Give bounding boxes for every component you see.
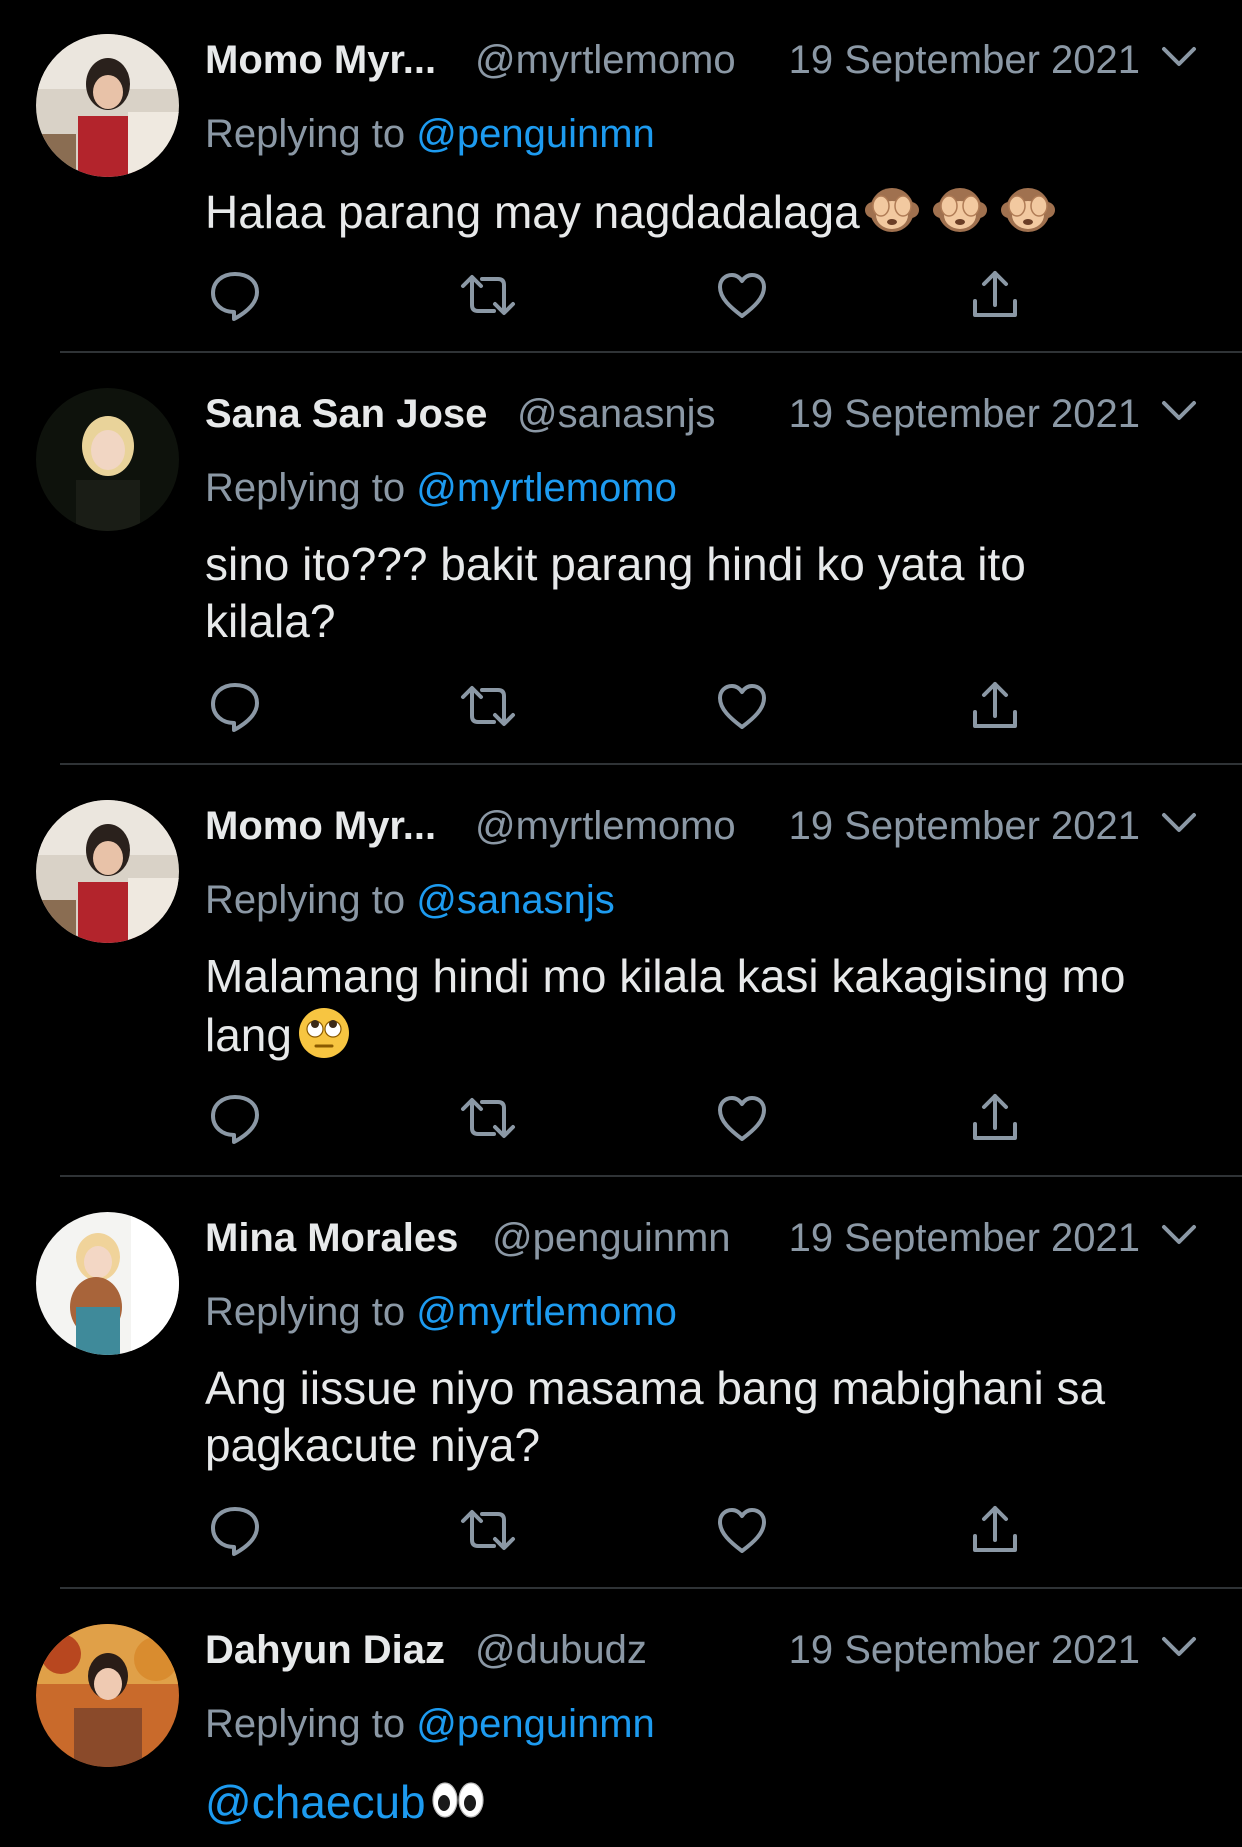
tweet-actions <box>205 265 1105 325</box>
replying-to: Replying to @myrtlemomo <box>205 460 677 516</box>
like-icon[interactable] <box>712 1500 772 1560</box>
divider <box>60 1175 1242 1177</box>
handle[interactable]: @sanasnjs <box>517 386 715 442</box>
display-name[interactable]: Sana San Jose <box>205 386 487 442</box>
share-icon[interactable] <box>965 1500 1025 1560</box>
handle[interactable]: @penguinmn <box>492 1210 731 1266</box>
display-name[interactable]: Dahyun Diaz <box>205 1622 445 1678</box>
replying-prefix: Replying to <box>205 1702 406 1746</box>
see-no-evil-monkey-icon <box>864 182 920 238</box>
tweet-actions <box>205 676 1105 736</box>
divider <box>60 1587 1242 1589</box>
replying-to: Replying to @penguinmn <box>205 1696 655 1752</box>
tweet-text-content: sino ito??? bakit parang hindi ko yata i… <box>205 538 1026 647</box>
avatar[interactable] <box>36 34 179 177</box>
chevron-down-icon[interactable] <box>1160 44 1198 70</box>
retweet-icon[interactable] <box>458 265 518 325</box>
avatar[interactable] <box>36 1624 179 1767</box>
replying-prefix: Replying to <box>205 466 406 510</box>
reply-icon[interactable] <box>205 1500 265 1560</box>
tweet-text-content: Halaa parang may nagdadalaga <box>205 186 860 238</box>
tweet-actions <box>205 1500 1105 1560</box>
timestamp[interactable]: 19 September 2021 <box>789 1210 1140 1266</box>
chevron-down-icon[interactable] <box>1160 1222 1198 1248</box>
replying-prefix: Replying to <box>205 112 406 156</box>
chevron-down-icon[interactable] <box>1160 810 1198 836</box>
divider <box>60 763 1242 765</box>
replying-to: Replying to @myrtlemomo <box>205 1284 677 1340</box>
reply-mention-link[interactable]: @sanasnjs <box>416 878 614 922</box>
reply-mention-link[interactable]: @myrtlemomo <box>416 466 677 510</box>
handle[interactable]: @myrtlemomo <box>475 32 736 88</box>
retweet-icon[interactable] <box>458 676 518 736</box>
replying-prefix: Replying to <box>205 878 406 922</box>
timestamp[interactable]: 19 September 2021 <box>789 386 1140 442</box>
tweet[interactable]: Momo Myr... @myrtlemomo 19 September 202… <box>0 0 1242 353</box>
reply-icon[interactable] <box>205 676 265 736</box>
tweet[interactable]: Momo Myr... @myrtlemomo 19 September 202… <box>0 766 1242 1177</box>
avatar[interactable] <box>36 800 179 943</box>
chevron-down-icon[interactable] <box>1160 1634 1198 1660</box>
reply-mention-link[interactable]: @penguinmn <box>416 1702 655 1746</box>
tweet[interactable]: Mina Morales @penguinmn 19 September 202… <box>0 1178 1242 1589</box>
reply-mention-link[interactable]: @penguinmn <box>416 112 655 156</box>
tweet-text: @chaecub <box>205 1772 1205 1831</box>
replying-to: Replying to @penguinmn <box>205 106 655 162</box>
eyes-icon <box>430 1772 486 1828</box>
tweet-text: sino ito??? bakit parang hindi ko yata i… <box>205 536 1105 650</box>
share-icon[interactable] <box>965 676 1025 736</box>
replying-to: Replying to @sanasnjs <box>205 872 615 928</box>
tweet[interactable]: Dahyun Diaz @dubudz 19 September 2021 Re… <box>0 1590 1242 1847</box>
retweet-icon[interactable] <box>458 1088 518 1148</box>
eye-roll-face-icon <box>296 1005 352 1061</box>
display-name[interactable]: Mina Morales <box>205 1210 458 1266</box>
see-no-evil-monkey-icon <box>1000 182 1056 238</box>
mention-link[interactable]: @chaecub <box>205 1776 426 1828</box>
share-icon[interactable] <box>965 1088 1025 1148</box>
display-name[interactable]: Momo Myr... <box>205 32 436 88</box>
display-name[interactable]: Momo Myr... <box>205 798 436 854</box>
tweet-actions <box>205 1088 1105 1148</box>
timestamp[interactable]: 19 September 2021 <box>789 1622 1140 1678</box>
replying-prefix: Replying to <box>205 1290 406 1334</box>
avatar[interactable] <box>36 1212 179 1355</box>
see-no-evil-monkey-icon <box>932 182 988 238</box>
like-icon[interactable] <box>712 676 772 736</box>
tweet-text-content: Ang iissue niyo masama bang mabighani sa… <box>205 1362 1106 1471</box>
divider <box>60 351 1242 353</box>
avatar[interactable] <box>36 388 179 531</box>
timestamp[interactable]: 19 September 2021 <box>789 798 1140 854</box>
handle[interactable]: @dubudz <box>475 1622 647 1678</box>
timestamp[interactable]: 19 September 2021 <box>789 32 1140 88</box>
share-icon[interactable] <box>965 265 1025 325</box>
like-icon[interactable] <box>712 1088 772 1148</box>
reply-icon[interactable] <box>205 1088 265 1148</box>
retweet-icon[interactable] <box>458 1500 518 1560</box>
tweet-text: Malamang hindi mo kilala kasi kakagising… <box>205 948 1205 1064</box>
chevron-down-icon[interactable] <box>1160 398 1198 424</box>
like-icon[interactable] <box>712 265 772 325</box>
reply-icon[interactable] <box>205 265 265 325</box>
reply-mention-link[interactable]: @myrtlemomo <box>416 1290 677 1334</box>
tweet[interactable]: Sana San Jose @sanasnjs 19 September 202… <box>0 354 1242 765</box>
tweet-text: Ang iissue niyo masama bang mabighani sa… <box>205 1360 1195 1474</box>
handle[interactable]: @myrtlemomo <box>475 798 736 854</box>
tweet-text: Halaa parang may nagdadalaga <box>205 182 1205 241</box>
